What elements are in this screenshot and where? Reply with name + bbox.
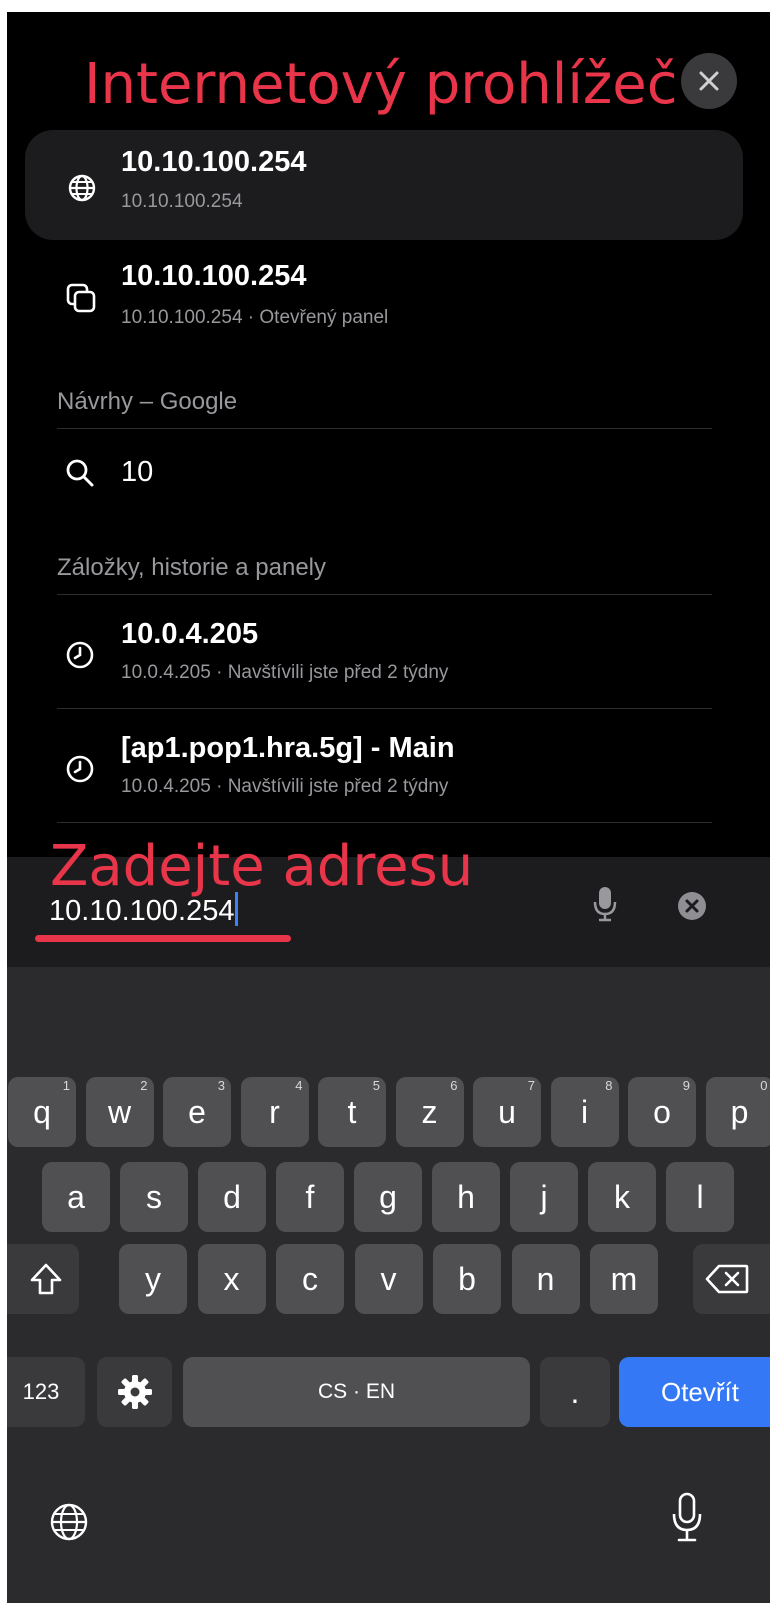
google-suggestion-item[interactable]: 10 bbox=[7, 432, 770, 512]
key-p[interactable]: p0 bbox=[705, 1077, 770, 1147]
key-number-hint: 6 bbox=[450, 1078, 458, 1093]
settings-key[interactable] bbox=[97, 1357, 172, 1427]
history-title: 10.0.4.205 bbox=[121, 618, 259, 650]
history-title: [ap1.pop1.hra.5g] - Main bbox=[121, 732, 455, 764]
key-q[interactable]: q1 bbox=[8, 1077, 76, 1147]
backspace-icon bbox=[705, 1264, 749, 1294]
history-subtitle: 10.0.4.205 · Navštívili jste před 2 týdn… bbox=[121, 776, 449, 797]
search-icon bbox=[66, 459, 94, 487]
history-item[interactable]: [ap1.pop1.hra.5g] - Main 10.0.4.205 · Na… bbox=[7, 712, 770, 822]
period-key[interactable]: . bbox=[540, 1357, 610, 1427]
key-number-hint: 7 bbox=[527, 1078, 535, 1093]
close-icon bbox=[699, 71, 719, 91]
suggestion-subtitle: 10.10.100.254 bbox=[121, 191, 243, 212]
globe-icon[interactable] bbox=[49, 1502, 89, 1542]
divider bbox=[57, 594, 712, 595]
key-t[interactable]: t5 bbox=[318, 1077, 386, 1147]
key-y[interactable]: y bbox=[119, 1244, 187, 1314]
key-number-hint: 5 bbox=[372, 1078, 380, 1093]
gear-icon bbox=[118, 1375, 152, 1409]
key-j[interactable]: j bbox=[510, 1162, 578, 1232]
clear-icon[interactable] bbox=[677, 891, 707, 921]
key-l[interactable]: l bbox=[666, 1162, 734, 1232]
divider bbox=[57, 822, 712, 823]
key-o[interactable]: o9 bbox=[628, 1077, 696, 1147]
history-item[interactable]: 10.0.4.205 10.0.4.205 · Navštívili jste … bbox=[7, 598, 770, 708]
key-b[interactable]: b bbox=[433, 1244, 501, 1314]
annotation-address: Zadejte adresu bbox=[50, 834, 474, 899]
key-number-hint: 2 bbox=[140, 1078, 148, 1093]
key-d[interactable]: d bbox=[198, 1162, 266, 1232]
key-number-hint: 3 bbox=[217, 1078, 225, 1093]
google-suggestion-text: 10 bbox=[121, 456, 154, 488]
clock-icon bbox=[66, 641, 94, 669]
divider bbox=[57, 708, 712, 709]
key-k[interactable]: k bbox=[588, 1162, 656, 1232]
key-m[interactable]: m bbox=[590, 1244, 658, 1314]
key-n[interactable]: n bbox=[511, 1244, 580, 1314]
phone-screen: Internetový prohlížeč 10.10.100.254 10.1… bbox=[7, 12, 770, 1603]
shift-icon bbox=[30, 1263, 62, 1295]
key-z[interactable]: z6 bbox=[395, 1077, 464, 1147]
key-x[interactable]: x bbox=[197, 1244, 266, 1314]
key-e[interactable]: e3 bbox=[163, 1077, 231, 1147]
suggestion-title: 10.10.100.254 bbox=[121, 260, 307, 292]
key-a[interactable]: a bbox=[42, 1162, 110, 1232]
go-key[interactable]: Otevřít bbox=[619, 1357, 770, 1427]
shift-key[interactable] bbox=[7, 1244, 79, 1314]
key-f[interactable]: f bbox=[276, 1162, 344, 1232]
backspace-key[interactable] bbox=[693, 1244, 770, 1314]
clock-icon bbox=[66, 755, 94, 783]
key-number-hint: 0 bbox=[760, 1078, 768, 1093]
keyboard: q1w2e3r4t5z6u7i8o9p0 asdfghjkl yxcvbnm 1… bbox=[7, 967, 770, 1603]
microphone-icon[interactable] bbox=[592, 885, 618, 923]
globe-icon bbox=[68, 174, 96, 202]
suggestion-item-open-tab[interactable]: 10.10.100.254 10.10.100.254 · Otevřený p… bbox=[7, 244, 770, 344]
key-w[interactable]: w2 bbox=[85, 1077, 154, 1147]
history-subtitle: 10.0.4.205 · Navštívili jste před 2 týdn… bbox=[121, 662, 449, 683]
key-v[interactable]: v bbox=[354, 1244, 423, 1314]
close-button[interactable] bbox=[681, 53, 737, 109]
key-h[interactable]: h bbox=[432, 1162, 500, 1232]
annotation-title: Internetový prohlížeč bbox=[84, 52, 678, 117]
suggestion-item-url[interactable]: 10.10.100.254 10.10.100.254 bbox=[7, 130, 770, 240]
key-number-hint: 1 bbox=[62, 1078, 70, 1093]
key-i[interactable]: i8 bbox=[550, 1077, 619, 1147]
tabs-icon bbox=[66, 283, 96, 313]
key-number-hint: 4 bbox=[295, 1078, 303, 1093]
dictation-icon[interactable] bbox=[671, 1492, 703, 1544]
section-header-history: Záložky, historie a panely bbox=[57, 554, 327, 581]
key-g[interactable]: g bbox=[354, 1162, 422, 1232]
key-s[interactable]: s bbox=[120, 1162, 188, 1232]
divider bbox=[57, 428, 712, 429]
key-c[interactable]: c bbox=[276, 1244, 344, 1314]
key-number-hint: 8 bbox=[605, 1078, 613, 1093]
suggestion-title: 10.10.100.254 bbox=[121, 146, 307, 178]
annotation-underline bbox=[35, 935, 291, 942]
section-header-google: Návrhy – Google bbox=[57, 388, 238, 415]
key-number-hint: 9 bbox=[682, 1078, 690, 1093]
suggestion-subtitle: 10.10.100.254 · Otevřený panel bbox=[121, 307, 389, 328]
key-u[interactable]: u7 bbox=[473, 1077, 541, 1147]
space-key[interactable]: CS · EN bbox=[183, 1357, 530, 1427]
key-r[interactable]: r4 bbox=[240, 1077, 309, 1147]
numbers-key[interactable]: 123 bbox=[7, 1357, 85, 1427]
